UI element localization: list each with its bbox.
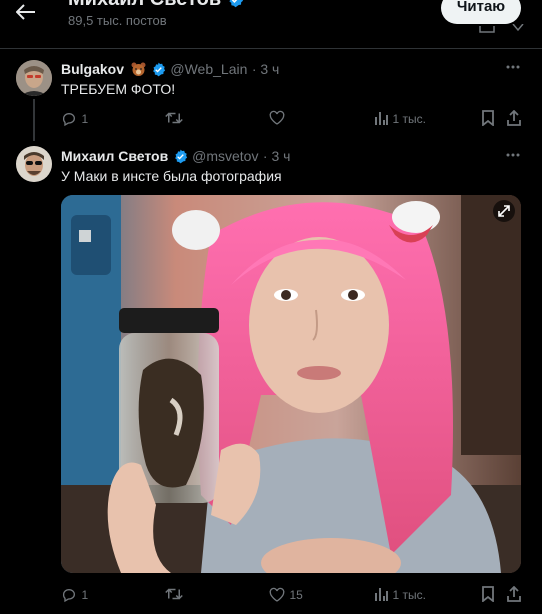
bookmark-button[interactable] — [481, 586, 495, 602]
share-icon — [507, 586, 521, 602]
back-arrow-icon — [16, 4, 35, 20]
more-button[interactable] — [505, 59, 521, 75]
verified-badge-icon — [229, 0, 243, 8]
author-handle[interactable]: @Web_Lain — [170, 61, 247, 77]
views-button[interactable]: 1 тыс. — [374, 110, 426, 128]
bookmark-icon — [482, 110, 494, 126]
thread-line — [33, 99, 35, 141]
views-count: 1 тыс. — [392, 111, 426, 126]
reply-count: 1 — [81, 111, 89, 126]
tweet-photo[interactable] — [61, 195, 521, 573]
author-handle[interactable]: @msvetov — [192, 148, 258, 164]
more-icon — [506, 153, 520, 157]
tweet-actions: 1 1 тыс. — [61, 110, 521, 128]
partial-icon-2 — [512, 24, 524, 34]
tweet-text: ТРЕБУЕМ ФОТО! — [61, 81, 176, 97]
retweet-icon — [165, 112, 183, 124]
like-icon — [269, 110, 285, 125]
views-button[interactable]: 1 тыс. — [374, 586, 426, 604]
avatar[interactable] — [16, 146, 52, 182]
views-icon — [375, 112, 388, 126]
profile-name: Михаил Светов — [68, 0, 221, 10]
reply-button[interactable]: 1 — [61, 110, 88, 128]
like-button[interactable] — [269, 110, 285, 126]
retweet-button[interactable] — [165, 110, 183, 126]
back-button[interactable] — [16, 4, 36, 20]
expand-button[interactable] — [496, 203, 512, 219]
share-button[interactable] — [507, 586, 521, 602]
retweet-button[interactable] — [165, 586, 183, 602]
tweet-actions: 1 15 1 тыс. — [61, 586, 521, 604]
bookmark-button[interactable] — [481, 110, 495, 126]
reply-icon — [62, 588, 75, 602]
profile-title: Михаил Светов — [68, 0, 244, 11]
reply-count: 1 — [81, 587, 89, 602]
retweet-icon — [165, 588, 183, 600]
bear-emoji-icon — [131, 62, 146, 77]
views-count: 1 тыс. — [392, 587, 426, 602]
like-count: 15 — [289, 587, 303, 602]
partial-icon — [479, 26, 495, 34]
share-icon — [507, 110, 521, 126]
tweet-bulgakov[interactable]: Bulgakov @Web_Lain · 3 ч ТРЕБУЕМ ФОТО! 1… — [0, 49, 542, 141]
following-button[interactable]: Читаю — [441, 0, 521, 24]
verified-badge-icon — [153, 62, 166, 77]
avatar[interactable] — [16, 60, 52, 96]
post-count: 89,5 тыс. постов — [68, 13, 167, 28]
timestamp[interactable]: · 3 ч — [252, 61, 280, 77]
tweet-header: Bulgakov @Web_Lain · 3 ч — [61, 61, 279, 79]
views-icon — [375, 588, 388, 602]
profile-header: Михаил Светов 89,5 тыс. постов Читаю — [0, 0, 542, 44]
more-icon — [506, 65, 520, 69]
like-button[interactable]: 15 — [269, 586, 303, 604]
reply-button[interactable]: 1 — [61, 586, 88, 604]
author-name[interactable]: Михаил Светов — [61, 148, 168, 164]
author-name[interactable]: Bulgakov — [61, 61, 124, 77]
expand-icon — [498, 205, 510, 217]
verified-badge-icon — [174, 149, 187, 164]
timestamp[interactable]: · 3 ч — [263, 148, 291, 164]
like-icon — [269, 587, 285, 602]
share-button[interactable] — [507, 110, 521, 126]
bookmark-icon — [482, 586, 494, 602]
more-button[interactable] — [505, 147, 521, 163]
tweet-text: У Маки в инсте была фотография — [61, 168, 282, 184]
reply-icon — [62, 112, 75, 126]
tweet-header: Михаил Светов @msvetov · 3 ч — [61, 148, 290, 166]
